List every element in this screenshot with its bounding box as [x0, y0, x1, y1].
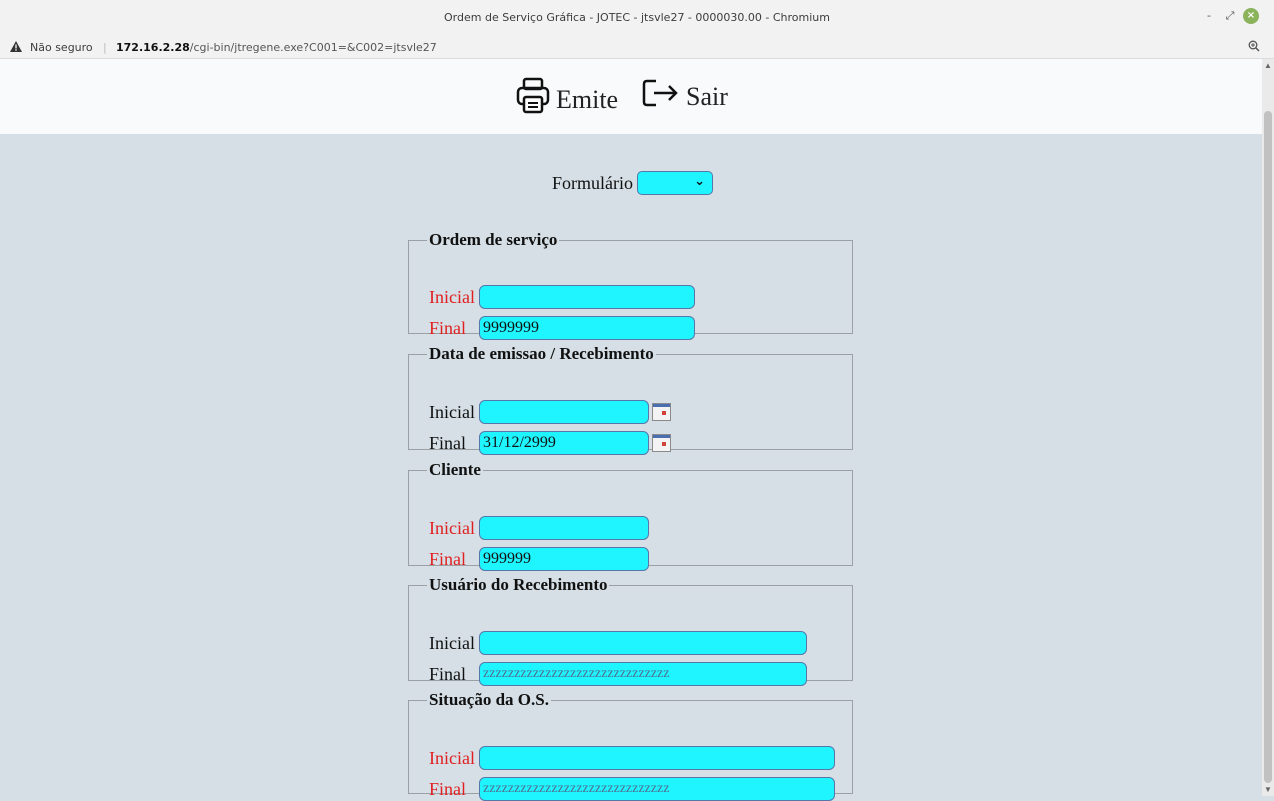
calendar-icon[interactable]: [652, 434, 671, 452]
ordem-inicial-label: Inicial: [429, 286, 475, 307]
cliente-inicial-row: Inicial: [429, 516, 649, 540]
ordem-inicial-row: Inicial: [429, 285, 695, 309]
situacao-os-legend: Situação da O.S.: [429, 690, 549, 709]
url-path: /cgi-bin/jtregene.exe?C001=&C002=jtsvle2…: [189, 41, 437, 54]
url-host: 172.16.2.28: [116, 41, 190, 54]
ordem-final-input[interactable]: 9999999: [479, 316, 695, 340]
exit-icon: [642, 77, 686, 116]
printer-icon: [516, 77, 556, 122]
situacao-final-row: Final zzzzzzzzzzzzzzzzzzzzzzzzzzzzzz: [429, 777, 835, 801]
cliente-inicial-label: Inicial: [429, 517, 475, 538]
formulario-label: Formulário: [552, 172, 633, 193]
ordem-final-row: Final 9999999: [429, 316, 695, 340]
cliente-inicial-input[interactable]: [479, 516, 649, 540]
usuario-final-input[interactable]: zzzzzzzzzzzzzzzzzzzzzzzzzzzzzz: [479, 662, 807, 686]
formulario-select[interactable]: ⌄: [637, 171, 713, 195]
window-title: Ordem de Serviço Gráfica - JOTEC - jtsvl…: [444, 11, 830, 24]
scrollbar-thumb[interactable]: [1264, 111, 1272, 783]
ordem-servico-legend: Ordem de serviço: [429, 230, 558, 249]
ordem-final-label: Final: [429, 317, 467, 338]
data-emissao-group: Data de emissao / Recebimento Inicial Fi…: [408, 344, 853, 455]
ordem-inicial-input[interactable]: [479, 285, 695, 309]
usuario-inicial-label: Inicial: [429, 632, 475, 653]
usuario-final-label: Final: [429, 663, 467, 684]
situacao-inicial-label: Inicial: [429, 747, 475, 768]
cliente-final-row: Final 999999: [429, 547, 649, 571]
data-final-row: Final 31/12/2999: [429, 431, 671, 455]
data-emissao-legend: Data de emissao / Recebimento: [429, 344, 654, 363]
situacao-os-group: Situação da O.S. Inicial Final zzzzzzzzz…: [408, 690, 853, 801]
warning-icon[interactable]: [10, 41, 22, 55]
situacao-inicial-input[interactable]: [479, 746, 835, 770]
usuario-recebimento-group: Usuário do Recebimento Inicial Final zzz…: [408, 575, 853, 686]
address-separator: |: [103, 41, 107, 54]
usuario-inicial-input[interactable]: [479, 631, 807, 655]
data-inicial-row: Inicial: [429, 400, 671, 424]
situacao-inicial-row: Inicial: [429, 746, 835, 770]
calendar-icon[interactable]: [652, 403, 671, 421]
data-inicial-input[interactable]: [479, 400, 649, 424]
url-text[interactable]: 172.16.2.28/cgi-bin/jtregene.exe?C001=&C…: [116, 41, 437, 54]
cliente-final-input[interactable]: 999999: [479, 547, 649, 571]
situacao-final-input[interactable]: zzzzzzzzzzzzzzzzzzzzzzzzzzzzzz: [479, 777, 835, 801]
ordem-servico-group: Ordem de serviço Inicial Final 9999999: [408, 230, 853, 340]
emite-button[interactable]: Emite: [516, 77, 618, 122]
security-status[interactable]: Não seguro: [30, 41, 93, 54]
close-button[interactable]: ×: [1243, 8, 1259, 24]
vertical-scrollbar[interactable]: ▲ ▼: [1262, 59, 1274, 796]
toolbar: Emite Sair: [0, 59, 1262, 134]
address-bar[interactable]: Não seguro | 172.16.2.28/cgi-bin/jtregen…: [0, 38, 1274, 59]
data-final-label: Final: [429, 432, 467, 453]
usuario-inicial-row: Inicial: [429, 631, 807, 655]
sair-label: Sair: [686, 81, 728, 111]
data-inicial-label: Inicial: [429, 401, 475, 422]
restore-button[interactable]: ⤢: [1222, 8, 1238, 24]
chevron-down-icon: ⌄: [694, 174, 705, 189]
window-titlebar: Ordem de Serviço Gráfica - JOTEC - jtsvl…: [0, 0, 1274, 38]
cliente-final-label: Final: [429, 548, 467, 569]
scroll-up-icon[interactable]: ▲: [1264, 61, 1272, 70]
minimize-button[interactable]: -: [1201, 8, 1217, 24]
emite-label: Emite: [556, 84, 619, 114]
sair-button[interactable]: Sair: [642, 77, 728, 116]
zoom-icon[interactable]: [1248, 40, 1260, 55]
usuario-final-row: Final zzzzzzzzzzzzzzzzzzzzzzzzzzzzzz: [429, 662, 807, 686]
scroll-down-icon[interactable]: ▼: [1264, 785, 1272, 794]
cliente-legend: Cliente: [429, 460, 481, 479]
cliente-group: Cliente Inicial Final 999999: [408, 460, 853, 571]
formulario-row: Formulário ⌄: [552, 171, 713, 195]
usuario-recebimento-legend: Usuário do Recebimento: [429, 575, 608, 594]
situacao-final-label: Final: [429, 778, 467, 799]
data-final-input[interactable]: 31/12/2999: [479, 431, 649, 455]
